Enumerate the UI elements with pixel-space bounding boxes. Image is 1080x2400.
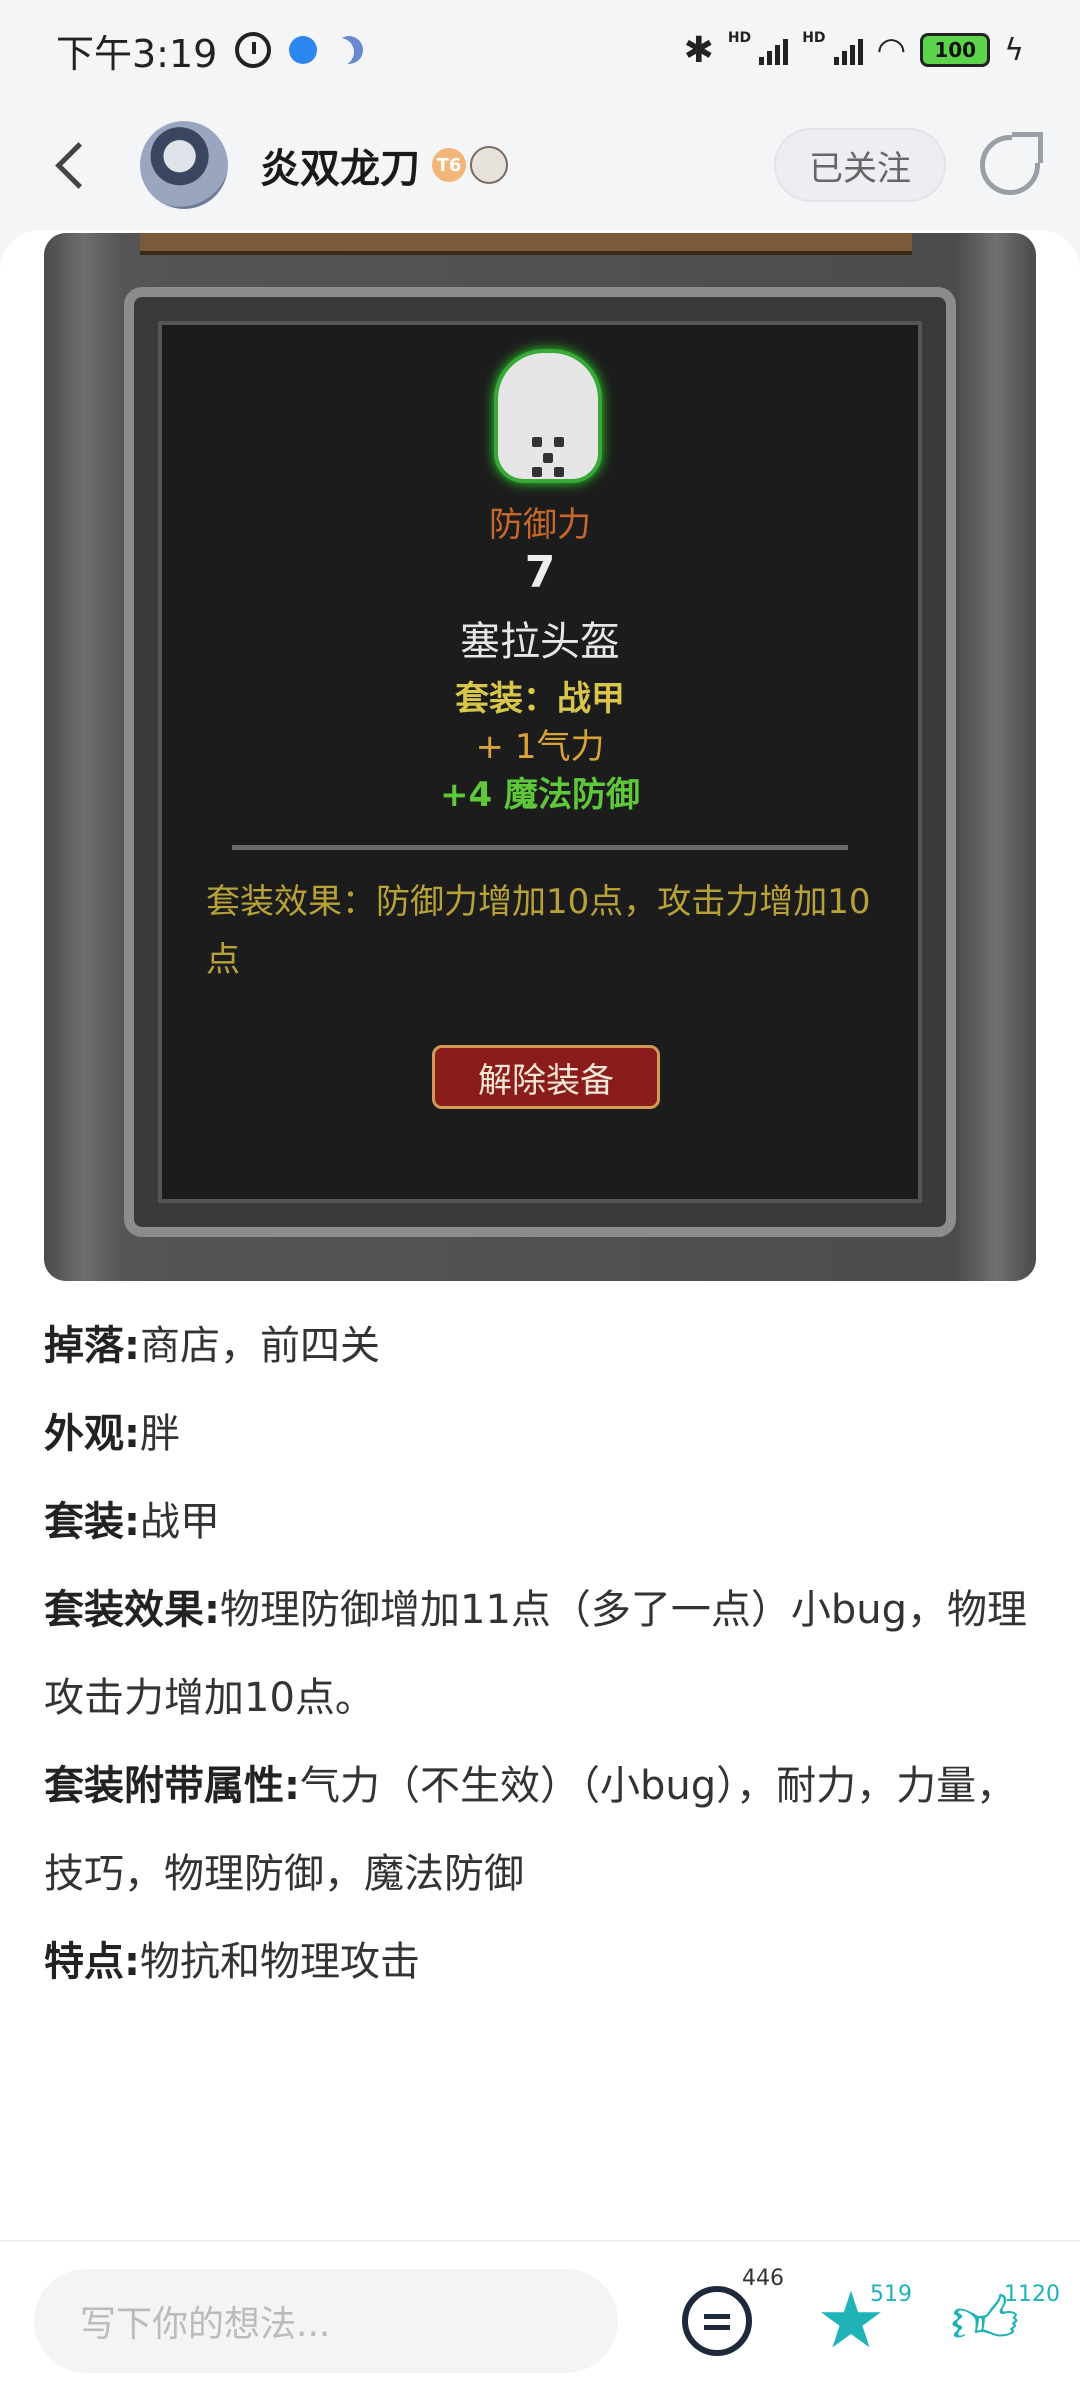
bonus-stat-1: + 1气力 — [475, 727, 605, 767]
detail-set: 套装:战甲 — [44, 1499, 220, 1545]
helmet-icon — [494, 349, 602, 483]
set-label: 套装：战甲 — [455, 679, 625, 719]
set-effect-text: 套装效果：防御力增加10点，攻击力增加10点 — [206, 882, 871, 980]
detail-set-attributes: 套装附带属性:气力（不生效）（小bug），耐力，力量，技巧，物理防御，魔法防御 — [44, 1763, 1017, 1897]
wifi-icon: ◠ — [876, 30, 907, 70]
comment-count: 446 — [742, 2266, 784, 2291]
post-body: 掉落:商店，前四关 外观:胖 套装:战甲 套装效果:物理防御增加11点（多了一点… — [44, 1302, 1044, 2006]
detail-appearance: 外观:胖 — [44, 1411, 180, 1457]
faded-text: 分割线 — [176, 2232, 272, 2240]
detail-set-effect: 套装效果:物理防御增加11点（多了一点）小bug，物理攻击力增加10点。 — [44, 1587, 1028, 1721]
status-time: 下午3:19 — [56, 31, 218, 76]
charging-icon: ϟ — [1004, 32, 1024, 68]
medal-icon — [470, 146, 508, 184]
unequip-button: 解除装备 — [432, 1045, 660, 1109]
app-notification-icon — [289, 36, 318, 64]
bonus-stat-2: +4 魔法防御 — [440, 775, 640, 815]
defense-value: 7 — [524, 547, 556, 598]
avatar[interactable] — [140, 121, 228, 209]
bluetooth-icon: ✱ — [683, 29, 714, 71]
defense-label: 防御力 — [489, 505, 591, 545]
item-tooltip: 防御力 7 塞拉头盔 套装：战甲 + 1气力 +4 魔法防御 套装效果：防御力增… — [158, 321, 922, 1203]
battery-icon: 100 — [920, 33, 991, 67]
follow-button[interactable]: 已关注 — [774, 128, 946, 202]
signal-icon-1 — [759, 35, 789, 65]
bottom-action-bar: 写下你的想法... 446 ★ 519 👍︎ 1120 — [0, 2240, 1080, 2400]
item-tooltip-frame: 防御力 7 塞拉头盔 套装：战甲 + 1气力 +4 魔法防御 套装效果：防御力增… — [124, 287, 956, 1237]
moon-icon — [335, 36, 363, 64]
alarm-icon — [235, 32, 272, 68]
like-count: 1120 — [1004, 2282, 1060, 2307]
back-button[interactable] — [40, 135, 100, 195]
like-thumb-icon[interactable]: 👍︎ 1120 — [950, 2282, 1061, 2356]
hd-label-1: HD — [727, 29, 752, 46]
post-image[interactable]: 防御力 7 塞拉头盔 套装：战甲 + 1气力 +4 魔法防御 套装效果：防御力增… — [44, 233, 1036, 1281]
star-count: 519 — [870, 2282, 912, 2307]
level-badge: T6 — [432, 148, 466, 182]
item-name: 塞拉头盔 — [460, 619, 620, 665]
hd-label-2: HD — [802, 29, 826, 46]
detail-drop: 掉落:商店，前四关 — [44, 1323, 380, 1369]
share-icon[interactable] — [980, 132, 1043, 195]
post-header: 炎双龙刀 T6 已关注 — [0, 100, 1080, 230]
username[interactable]: 炎双龙刀 — [260, 136, 420, 194]
signal-icon-2 — [833, 35, 863, 65]
favorite-star-icon[interactable]: ★ 519 — [816, 2282, 912, 2360]
detail-features: 特点:物抗和物理攻击 — [44, 1939, 420, 1985]
comment-icon[interactable]: 446 — [682, 2266, 784, 2356]
post-content: 防御力 7 塞拉头盔 套装：战甲 + 1气力 +4 魔法防御 套装效果：防御力增… — [0, 230, 1080, 2240]
wood-plank — [140, 233, 912, 255]
divider — [232, 845, 848, 850]
comment-input[interactable]: 写下你的想法... — [34, 2269, 618, 2373]
status-bar: 下午3:19 ✱ HD HD ◠ 100 ϟ — [0, 0, 1080, 100]
